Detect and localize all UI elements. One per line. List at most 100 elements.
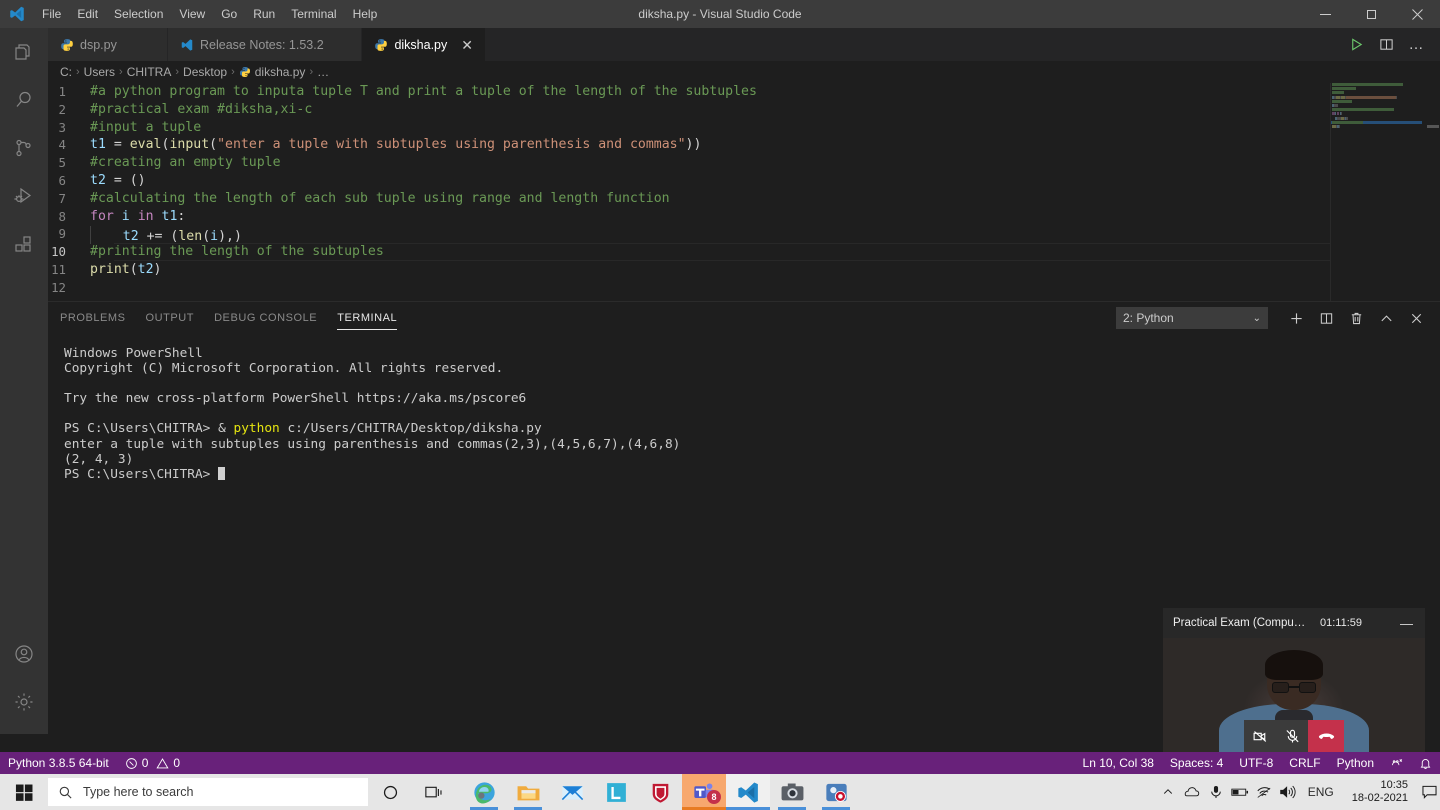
trash-icon[interactable] [1342, 304, 1370, 332]
bell-notifications-icon[interactable] [1411, 752, 1440, 774]
status-python-interpreter[interactable]: Python 3.8.5 64-bit [0, 752, 117, 774]
tab-output[interactable]: OUTPUT [146, 302, 195, 334]
breadcrumb-desktop[interactable]: Desktop [183, 65, 227, 79]
close-button[interactable] [1394, 0, 1440, 28]
code-line[interactable]: 7 #calculating the length of each sub tup… [48, 190, 1440, 208]
code-line[interactable]: 12 [48, 279, 1440, 297]
hangup-icon[interactable] [1308, 720, 1344, 752]
source-control-icon[interactable] [0, 124, 48, 172]
taskbar-app-camera[interactable] [770, 774, 814, 810]
show-hidden-icons-chevron-icon[interactable] [1156, 774, 1180, 810]
terminal-selector[interactable]: 2: Python ⌄ [1116, 307, 1268, 329]
breadcrumb-symbols[interactable]: … [317, 65, 329, 79]
split-editor-icon[interactable] [1372, 28, 1400, 61]
status-language-mode[interactable]: Python [1329, 752, 1382, 774]
taskbar-app-visual-studio-code[interactable] [726, 774, 770, 810]
action-center-icon[interactable] [1418, 774, 1440, 810]
terminal-output[interactable]: Windows PowerShell Copyright (C) Microsof… [48, 334, 1440, 482]
code-line[interactable]: 6 t2 = () [48, 172, 1440, 190]
code-editor[interactable]: 1 #a python program to inputa tuple T and… [48, 83, 1440, 301]
tab-debug-console[interactable]: DEBUG CONSOLE [214, 302, 317, 334]
status-errors-warnings[interactable]: 0 0 [117, 752, 188, 774]
code-line[interactable]: 4 t1 = eval(input("enter a tuple with sub… [48, 136, 1440, 154]
status-indentation[interactable]: Spaces: 4 [1162, 752, 1231, 774]
tab-problems[interactable]: PROBLEMS [60, 302, 126, 334]
close-panel-icon[interactable] [1402, 304, 1430, 332]
chevron-up-icon[interactable] [1372, 304, 1400, 332]
account-icon[interactable] [0, 630, 48, 678]
run-debug-icon[interactable] [0, 172, 48, 220]
call-minimize-button[interactable]: — [1400, 616, 1419, 631]
tab-diksha-py[interactable]: diksha.py ✕ [362, 28, 486, 61]
code-line[interactable]: 9 t2 += (len(i),) [48, 225, 1440, 245]
minimize-button[interactable] [1302, 0, 1348, 28]
run-python-file-icon[interactable] [1342, 28, 1370, 61]
taskbar-app-microsoft-teams[interactable]: 8 [682, 774, 726, 810]
new-terminal-plus-icon[interactable] [1282, 304, 1310, 332]
taskbar-app-mcafee[interactable] [638, 774, 682, 810]
maximize-button[interactable] [1348, 0, 1394, 28]
code-line[interactable]: 11 print(t2) [48, 261, 1440, 279]
code-line[interactable]: 5 #creating an empty tuple [48, 154, 1440, 172]
taskbar-app-file-explorer[interactable] [506, 774, 550, 810]
extensions-icon[interactable] [0, 220, 48, 268]
volume-icon[interactable] [1276, 774, 1300, 810]
status-cursor-position[interactable]: Ln 10, Col 38 [1075, 752, 1162, 774]
editor-scrollbar-thumb[interactable] [1427, 125, 1439, 128]
search-icon[interactable] [0, 76, 48, 124]
menu-edit[interactable]: Edit [69, 0, 106, 28]
taskbar-app-microsoft-edge[interactable] [462, 774, 506, 810]
camera-off-icon[interactable] [1244, 720, 1276, 752]
battery-icon[interactable] [1228, 774, 1252, 810]
breadcrumb-c[interactable]: C: [60, 65, 72, 79]
breadcrumb-file[interactable]: diksha.py [239, 65, 305, 79]
feedback-smiley-icon[interactable] [1382, 752, 1411, 774]
tab-close-icon[interactable]: ✕ [461, 38, 473, 52]
breadcrumb-chitra[interactable]: CHITRA [127, 65, 172, 79]
minimap-slider[interactable] [1330, 83, 1426, 301]
task-view-icon[interactable] [412, 774, 456, 810]
taskbar-app-mail[interactable] [550, 774, 594, 810]
status-encoding[interactable]: UTF-8 [1231, 752, 1281, 774]
code-line[interactable]: 1 #a python program to inputa tuple T and… [48, 83, 1440, 101]
windows-start-icon[interactable] [0, 774, 48, 810]
explorer-files-icon[interactable] [0, 28, 48, 76]
menu-help[interactable]: Help [345, 0, 386, 28]
menu-selection[interactable]: Selection [106, 0, 171, 28]
gear-icon[interactable] [0, 678, 48, 726]
taskbar-app-screen-recorder[interactable] [814, 774, 858, 810]
tab-dsp-py[interactable]: dsp.py ✕ [48, 28, 168, 61]
code-token: t1 [90, 137, 106, 153]
code-line[interactable]: 8 for i in t1: [48, 208, 1440, 226]
tab-release-notes[interactable]: Release Notes: 1.53.2 ✕ [168, 28, 363, 61]
mic-off-icon[interactable] [1276, 720, 1308, 752]
menu-run[interactable]: Run [245, 0, 283, 28]
taskbar-app-lenovo-vantage[interactable] [594, 774, 638, 810]
tab-terminal[interactable]: TERMINAL [337, 302, 398, 334]
menu-file[interactable]: File [34, 0, 69, 28]
minimap[interactable] [1330, 83, 1426, 301]
vscode-window: File Edit Selection View Go Run Terminal… [0, 0, 1440, 810]
cortana-icon[interactable] [368, 774, 412, 810]
menu-go[interactable]: Go [213, 0, 245, 28]
onedrive-icon[interactable] [1180, 774, 1204, 810]
editor-scrollbar[interactable] [1426, 83, 1440, 301]
input-language-indicator[interactable]: ENG [1300, 785, 1342, 799]
line-number: 6 [58, 172, 66, 188]
code-line[interactable]: 3 #input a tuple [48, 119, 1440, 137]
call-controls [1244, 720, 1344, 752]
clock[interactable]: 10:35 18-02-2021 [1342, 779, 1418, 805]
taskbar-search-input[interactable]: Type here to search [48, 778, 368, 806]
more-actions-icon[interactable]: … [1402, 28, 1430, 61]
line-number: 4 [58, 137, 66, 153]
status-eol[interactable]: CRLF [1281, 752, 1328, 774]
breadcrumb-users[interactable]: Users [84, 65, 115, 79]
code-line[interactable]: 2 #practical exam #diksha,xi-c [48, 101, 1440, 119]
split-terminal-icon[interactable] [1312, 304, 1340, 332]
microphone-icon[interactable] [1204, 774, 1228, 810]
video-call-widget[interactable]: Practical Exam (Compute… 01:11:59 — [1163, 608, 1425, 752]
menu-terminal[interactable]: Terminal [283, 0, 344, 28]
wifi-icon[interactable] [1252, 774, 1276, 810]
code-line[interactable]: 10 #printing the length of the subtuples [48, 243, 1440, 261]
menu-view[interactable]: View [171, 0, 213, 28]
